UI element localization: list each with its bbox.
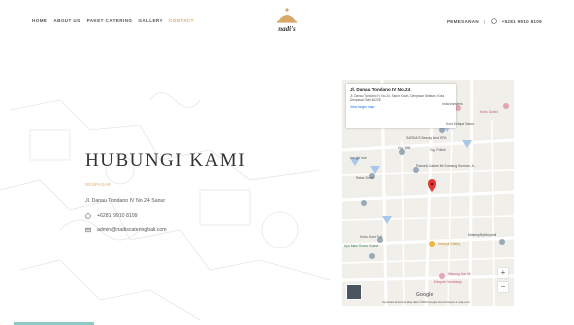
page-title: HUBUNGI KAMI (85, 150, 247, 171)
map-label: Pawonk Dalam Ite Komang Surman, A... (416, 164, 477, 168)
whatsapp-icon (85, 213, 91, 219)
map-label: Davyne Homestay (434, 280, 462, 284)
map-label: Kubu Dobbi (480, 110, 498, 114)
nav-contact[interactable]: CONTACT (169, 18, 194, 23)
zoom-out-button[interactable]: − (498, 282, 508, 292)
divider: | (484, 18, 486, 24)
header-phone[interactable]: +6281 9910 8109 (502, 19, 542, 24)
nav-home[interactable]: HOME (32, 18, 47, 23)
whatsapp-icon (490, 18, 497, 24)
map-label: Gg. 19B (398, 146, 411, 150)
google-logo: Google (416, 292, 434, 298)
email-text[interactable]: admin@nadiscateringbali.com (97, 227, 167, 233)
map-label: Kost Kelapa Sanur (446, 122, 475, 126)
view-larger-map-link[interactable]: View larger map (350, 105, 452, 109)
logo-text: nadi's (278, 25, 296, 33)
map-label: Relax Drink (356, 176, 374, 180)
main-nav: HOME ABOUT US PAKET CATERING GALLERY CON… (32, 18, 194, 23)
map-card-address: Jl. Danau Tondano IV No.24, Sanur Kauh, … (350, 94, 445, 102)
phone-row: +6281 9910 8109 (85, 213, 138, 219)
map-label: Inda transfers (442, 102, 463, 106)
background-illustration (0, 92, 331, 321)
zoom-in-button[interactable]: + (498, 268, 508, 278)
right-nav: PEMESANAN | +6281 9910 8109 (447, 18, 542, 24)
map-label: Kubu Kost Tuti (360, 235, 383, 239)
city-label: DENPASAR (85, 182, 111, 187)
map-label: Gg. Pollek (430, 148, 446, 152)
nav-about-us[interactable]: ABOUT US (53, 18, 80, 23)
email-row: admin@nadiscateringbali.com (85, 227, 167, 233)
nav-gallery[interactable]: GALLERY (138, 18, 163, 23)
nadis-logo[interactable]: nadi's (272, 5, 302, 35)
map-info-card: Jl. Danau Tondano IV No.24 Jl. Danau Ton… (346, 84, 456, 128)
map-card-title: Jl. Danau Tondano IV No.24 (350, 87, 411, 92)
phone-text[interactable]: +6281 9910 8109 (97, 213, 138, 219)
map-label: MakeupByNinyanti (468, 233, 497, 237)
map-label: Ayu Mani Room Guest (344, 244, 379, 248)
mail-icon (85, 227, 91, 233)
map-label: Inn giri hue (350, 156, 367, 160)
address-text: Jl. Danau Tondano IV No 24 Sanur (85, 198, 166, 204)
map-label: Denyuk Eatery (438, 242, 461, 246)
map-label: Warung Dar Mi (448, 272, 471, 276)
map-footer: Keyboard shortcuts Map data ©2023 Google… (382, 300, 471, 304)
satellite-toggle[interactable] (346, 284, 362, 300)
pemesanan-link[interactable]: PEMESANAN (447, 19, 479, 24)
map-label: SARDA'S Beauty And SPA (406, 136, 447, 140)
nav-paket-catering[interactable]: PAKET CATERING (87, 18, 133, 23)
google-map[interactable]: Jl. Danau Tondano IV No.24 Jl. Danau Ton… (342, 80, 514, 306)
